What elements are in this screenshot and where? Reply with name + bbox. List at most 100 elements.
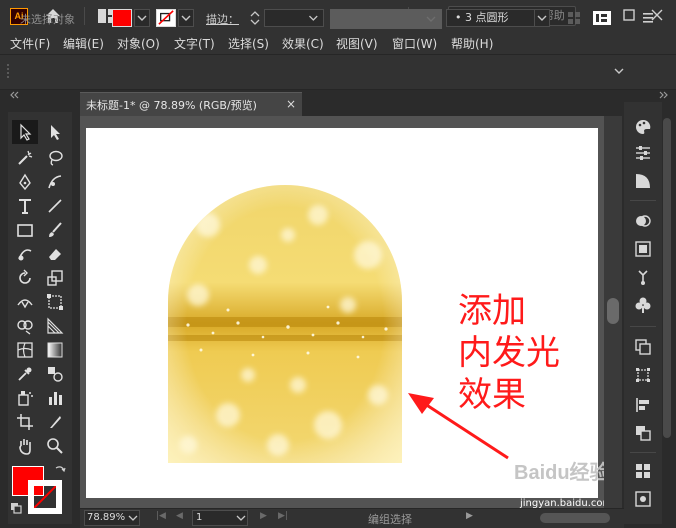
status-menu-arrow-icon[interactable]: ▶ (466, 511, 473, 521)
annotation-arrow-icon (408, 393, 509, 460)
collapse-arrows-icon[interactable] (656, 91, 670, 99)
default-fill-stroke-icon[interactable] (10, 502, 22, 514)
menu-type[interactable]: 文字(T) (174, 35, 215, 52)
fill-dropdown-button[interactable] (134, 9, 150, 27)
menu-effect[interactable]: 效果(C) (282, 35, 324, 52)
width-tool[interactable] (12, 290, 38, 314)
glitter-arch-shape[interactable] (168, 185, 402, 463)
club-symbol-icon[interactable] (634, 296, 652, 314)
menu-file[interactable]: 文件(F) (10, 35, 50, 52)
magic-wand-icon (18, 150, 33, 165)
stroke-dropdown-button[interactable] (178, 9, 194, 27)
first-artboard-icon[interactable]: |◀ (156, 511, 166, 521)
type-tool[interactable] (12, 194, 38, 218)
stroke-weight-field[interactable] (264, 9, 324, 27)
control-bar (0, 54, 676, 90)
zoom-tool[interactable] (42, 434, 68, 458)
graphic-styles-icon[interactable] (634, 490, 652, 508)
eraser-tool[interactable] (42, 242, 68, 266)
transparency-icon[interactable] (634, 212, 652, 230)
zoom-magnifier-icon (47, 438, 63, 454)
stroke-label[interactable]: 描边： (206, 11, 239, 27)
paintbrush-tool[interactable] (42, 218, 68, 242)
mesh-tool[interactable] (12, 338, 38, 362)
horizontal-scroll-thumb[interactable] (540, 513, 610, 523)
properties-panel-icon[interactable] (592, 10, 612, 26)
shaper-icon (18, 249, 32, 261)
menu-object[interactable]: 对象(O) (117, 35, 160, 52)
artboard-tool[interactable] (12, 410, 38, 434)
vertical-scroll-thumb[interactable] (607, 298, 619, 324)
document-tab[interactable]: 未标题-1* @ 78.89% (RGB/预览) × (80, 92, 302, 116)
adjustments-sliders-icon[interactable] (634, 144, 652, 162)
baidu-watermark: Baidu经验 (514, 462, 610, 484)
next-artboard-icon[interactable]: ▶ (260, 511, 267, 521)
shaper-tool[interactable] (12, 242, 38, 266)
rectangle-tool[interactable] (12, 218, 38, 242)
glitter-texture (168, 185, 402, 463)
align-icon[interactable] (634, 396, 652, 414)
shape-builder-tool[interactable] (12, 314, 38, 338)
appearance-icon[interactable] (634, 240, 652, 258)
drag-handle-icon[interactable] (6, 63, 12, 81)
swap-fill-stroke-icon[interactable] (54, 464, 66, 476)
pen-tool[interactable] (12, 170, 38, 194)
curvature-tool[interactable] (42, 170, 68, 194)
brush-dropdown-button[interactable] (534, 9, 550, 27)
stroke-color-swatch[interactable] (156, 9, 176, 27)
slice-tool[interactable] (42, 410, 68, 434)
swatches-icon[interactable] (634, 462, 652, 480)
annotation-line: 添加 (458, 291, 526, 331)
direct-selection-tool[interactable] (42, 120, 68, 144)
maximize-icon[interactable] (620, 6, 638, 24)
chevron-down-icon[interactable] (236, 514, 246, 522)
fill-color-swatch[interactable] (112, 9, 132, 27)
column-graph-tool[interactable] (42, 386, 68, 410)
toolbar-collapse-strip (0, 90, 80, 100)
stroke-weight-stepper[interactable] (246, 9, 264, 27)
menu-edit[interactable]: 编辑(E) (63, 35, 104, 52)
layers-icon[interactable] (634, 338, 652, 356)
shape-builder-icon (17, 320, 33, 335)
annotation-line: 内发光 (458, 333, 560, 373)
align-grid-icon[interactable] (566, 10, 582, 26)
eyedropper-tool[interactable] (12, 362, 38, 386)
symbol-sprayer-tool[interactable] (12, 386, 38, 410)
scale-tool[interactable] (42, 266, 68, 290)
lasso-tool[interactable] (42, 146, 68, 170)
menu-help[interactable]: 帮助(H) (451, 35, 493, 52)
menu-view[interactable]: 视图(V) (336, 35, 378, 52)
paintbrush-icon (49, 222, 62, 237)
collapse-arrows-icon[interactable] (8, 91, 22, 99)
last-artboard-icon[interactable]: ▶| (278, 511, 288, 521)
gradient-panel-icon[interactable] (634, 172, 652, 190)
pathfinder-icon[interactable] (634, 424, 652, 442)
rotate-tool[interactable] (12, 266, 38, 290)
color-palette-icon[interactable] (634, 118, 652, 136)
gradient-tool[interactable] (42, 338, 68, 362)
hand-icon (19, 439, 31, 455)
menu-window[interactable]: 窗口(W) (392, 35, 437, 52)
selection-tool[interactable] (12, 120, 38, 144)
previous-artboard-icon[interactable]: ◀ (176, 511, 183, 521)
line-segment-tool[interactable] (42, 194, 68, 218)
menu-select[interactable]: 选择(S) (228, 35, 269, 52)
panel-scroll-thumb[interactable] (663, 118, 671, 438)
free-transform-tool[interactable] (42, 290, 68, 314)
chevron-down-icon[interactable] (128, 514, 138, 522)
blend-tool[interactable] (42, 362, 68, 386)
symbols-icon[interactable] (634, 268, 652, 286)
symbol-sprayer-icon (18, 391, 33, 406)
magic-wand-tool[interactable] (12, 146, 38, 170)
panel-menu-icon[interactable] (640, 10, 656, 26)
hand-tool[interactable] (12, 434, 38, 458)
chevron-down-icon[interactable] (614, 66, 624, 76)
panel-collapse-strip (624, 90, 676, 100)
perspective-grid-tool[interactable] (42, 314, 68, 338)
stroke-indicator-swatch[interactable] (28, 480, 62, 514)
transform-icon[interactable] (634, 366, 652, 384)
type-t-icon (19, 199, 31, 214)
blend-icon (48, 367, 63, 382)
close-document-icon[interactable]: × (286, 97, 296, 111)
slice-knife-icon (50, 416, 61, 428)
